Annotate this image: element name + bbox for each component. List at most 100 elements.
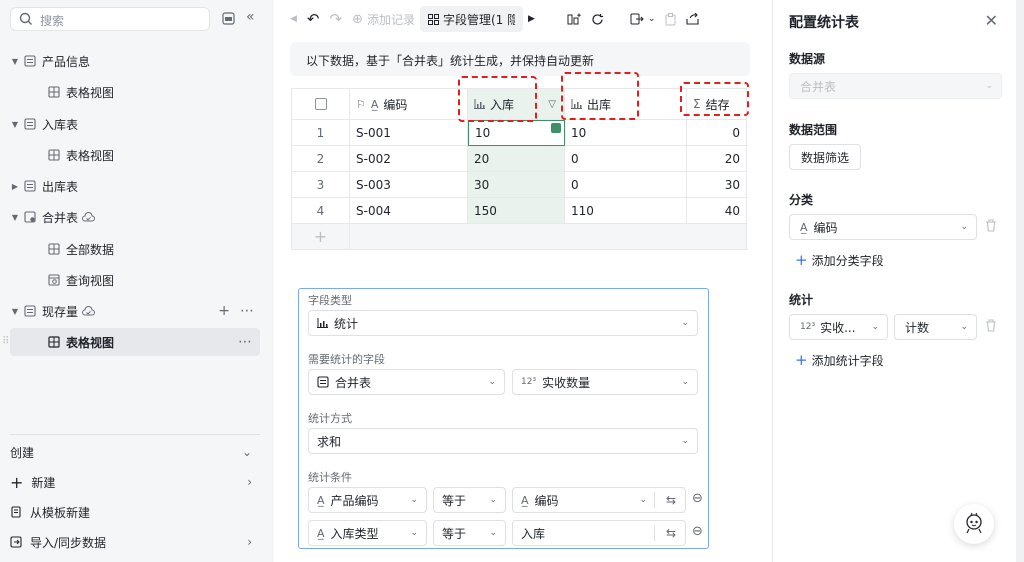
close-icon[interactable]: ✕ bbox=[985, 11, 998, 30]
table-cell[interactable]: 0 bbox=[687, 120, 747, 146]
table-cell[interactable]: 150 bbox=[468, 198, 565, 224]
sidebar-item-inbound[interactable]: ▼ 入库表 bbox=[8, 110, 262, 138]
expand-arrow-icon[interactable]: ▼ bbox=[8, 120, 22, 129]
row-number: 1 bbox=[291, 120, 350, 146]
table-cell[interactable]: S-001 bbox=[350, 120, 468, 146]
table-cell[interactable]: S-004 bbox=[350, 198, 468, 224]
stat-table-select[interactable]: 合并表 ⌄ bbox=[308, 369, 505, 395]
expand-arrow-icon[interactable]: ▼ bbox=[8, 213, 22, 222]
remove-condition-icon[interactable]: ⊖ bbox=[692, 524, 703, 539]
swap-icon[interactable]: ⇆ bbox=[666, 526, 676, 540]
data-filter-button[interactable]: 数据筛选 bbox=[789, 144, 861, 170]
add-group-field-button[interactable]: + 添加分类字段 bbox=[795, 251, 884, 269]
add-icon[interactable]: + bbox=[218, 303, 230, 319]
data-source-select[interactable]: 合并表 ⌄ bbox=[789, 73, 1002, 99]
assistant-button[interactable] bbox=[954, 504, 994, 544]
sidebar-item-outbound[interactable]: ▶ 出库表 bbox=[8, 172, 262, 200]
select-all-checkbox[interactable] bbox=[291, 88, 350, 120]
sidebar-layout-icon[interactable] bbox=[222, 12, 235, 25]
collapse-sidebar-icon[interactable]: « bbox=[246, 9, 255, 25]
stat-field-select[interactable]: 12³ 实收数量 ⌄ bbox=[512, 369, 698, 395]
table-cell[interactable]: 10 bbox=[565, 120, 687, 146]
sidebar-item-view[interactable]: 表格视图 bbox=[8, 141, 262, 169]
search-input[interactable]: 搜索 bbox=[10, 7, 210, 31]
config-stats-panel: 配置统计表 ✕ 数据源 合并表 ⌄ 数据范围 数据筛选 分类 A̲ 编码 ⌄ +… bbox=[772, 0, 1016, 562]
filter-icon[interactable]: ▽ bbox=[548, 99, 556, 110]
field-manager-button[interactable]: 字段管理(1 隐藏 bbox=[420, 6, 523, 32]
plus-icon: + bbox=[795, 351, 808, 369]
stat-field-select[interactable]: 12³ 实收... ⌄ bbox=[789, 314, 888, 340]
expand-arrow-icon[interactable]: ▼ bbox=[8, 307, 22, 316]
from-template-button[interactable]: 从模板新建 bbox=[10, 498, 260, 526]
grid-view-icon bbox=[48, 336, 60, 348]
condition-value-input[interactable]: 入库 ⇆ bbox=[512, 520, 686, 546]
more-icon[interactable]: ⋯ bbox=[240, 303, 254, 319]
search-placeholder: 搜索 bbox=[40, 14, 65, 28]
chevron-down-icon: ⌄ bbox=[871, 322, 879, 332]
refresh-icon[interactable] bbox=[586, 6, 609, 32]
delete-icon[interactable] bbox=[985, 319, 997, 332]
column-header-code[interactable]: ⚐ A̲ 编码 bbox=[350, 88, 468, 120]
select-value: 实收数量 bbox=[542, 375, 591, 390]
condition-operator-select[interactable]: 等于 ⌄ bbox=[433, 520, 506, 546]
add-stat-field-button[interactable]: + 添加统计字段 bbox=[795, 351, 884, 369]
share-icon[interactable] bbox=[681, 6, 704, 32]
plus-icon: + bbox=[10, 472, 24, 492]
sidebar-item-product-info[interactable]: ▼ 产品信息 bbox=[8, 47, 262, 75]
table-cell-selected[interactable]: 10 bbox=[468, 120, 565, 146]
field-type-select[interactable]: 统计 ⌄ bbox=[308, 310, 698, 336]
table-cell[interactable]: 30 bbox=[687, 172, 747, 198]
sidebar-item-stock[interactable]: ▼ 现存量 + ⋯ bbox=[8, 297, 262, 325]
drag-handle-icon[interactable]: ⠿ bbox=[2, 336, 9, 347]
undo-icon[interactable]: ↶ bbox=[302, 6, 325, 32]
remove-condition-icon[interactable]: ⊖ bbox=[692, 491, 703, 506]
scrollbar[interactable] bbox=[1016, 0, 1024, 562]
add-row-button[interactable]: + bbox=[291, 224, 350, 250]
table-cell[interactable]: S-002 bbox=[350, 146, 468, 172]
new-button[interactable]: + 新建 › bbox=[10, 468, 260, 496]
more-icon[interactable]: ⋯ bbox=[238, 334, 252, 350]
table-cell[interactable]: 20 bbox=[468, 146, 565, 172]
sidebar-item-view[interactable]: 全部数据 bbox=[8, 235, 262, 263]
collapse-arrow-icon[interactable]: ▶ bbox=[8, 182, 22, 191]
export-icon[interactable]: ⌄ bbox=[625, 6, 661, 32]
stat-method-select[interactable]: 计数 ⌄ bbox=[894, 314, 977, 340]
table-cell[interactable]: 20 bbox=[687, 146, 747, 172]
sidebar-item-label: 入库表 bbox=[42, 117, 79, 132]
table-icon bbox=[317, 376, 329, 388]
condition-field-select[interactable]: A̲ 入库类型 ⌄ bbox=[308, 520, 427, 546]
create-label: 创建 bbox=[10, 445, 35, 460]
table-cell[interactable]: 30 bbox=[468, 172, 565, 198]
sidebar-item-query-view[interactable]: 查询视图 bbox=[8, 266, 262, 294]
import-sync-button[interactable]: 导入/同步数据 › bbox=[10, 528, 260, 556]
panel-title: 配置统计表 bbox=[789, 15, 859, 31]
table-cell[interactable]: S-003 bbox=[350, 172, 468, 198]
add-row-area[interactable] bbox=[350, 224, 747, 250]
swap-icon[interactable]: ⇆ bbox=[666, 493, 676, 507]
sidebar-item-merge[interactable]: ▼ 合并表 bbox=[8, 203, 262, 231]
expand-cell-icon[interactable] bbox=[551, 123, 561, 133]
table-cell[interactable]: 0 bbox=[565, 146, 687, 172]
create-section-header[interactable]: 创建 ⌄ bbox=[10, 438, 260, 466]
table-cell[interactable]: 40 bbox=[687, 198, 747, 224]
select-value: 入库类型 bbox=[330, 526, 379, 541]
delete-icon[interactable] bbox=[985, 219, 997, 232]
view-settings-icon[interactable] bbox=[562, 6, 586, 32]
sidebar-item-view[interactable]: 表格视图 bbox=[8, 78, 262, 106]
condition-field-select[interactable]: A̲ 产品编码 ⌄ bbox=[308, 487, 427, 513]
add-record-button[interactable]: ⊕ 添加记录 bbox=[347, 6, 420, 32]
expand-arrow-icon[interactable]: ▼ bbox=[8, 57, 22, 66]
condition-value-select[interactable]: A̲ 编码 ⌄ ⇆ bbox=[512, 487, 686, 513]
sidebar-item-view-active[interactable]: 表格视图 ⋯ bbox=[10, 328, 260, 356]
scroll-left-icon[interactable]: ◀ bbox=[285, 6, 302, 32]
new-label: 新建 bbox=[31, 475, 56, 490]
scroll-right-icon[interactable]: ▶ bbox=[523, 6, 540, 32]
table-cell[interactable]: 110 bbox=[565, 198, 687, 224]
redo-icon[interactable]: ↷ bbox=[325, 6, 348, 32]
clipboard-icon[interactable] bbox=[660, 6, 681, 32]
table-cell[interactable]: 0 bbox=[565, 172, 687, 198]
stat-method-select[interactable]: 求和 ⌄ bbox=[308, 428, 698, 454]
number-field-icon: 12³ bbox=[521, 377, 537, 387]
condition-operator-select[interactable]: 等于 ⌄ bbox=[433, 487, 506, 513]
group-field-select[interactable]: A̲ 编码 ⌄ bbox=[789, 214, 977, 240]
